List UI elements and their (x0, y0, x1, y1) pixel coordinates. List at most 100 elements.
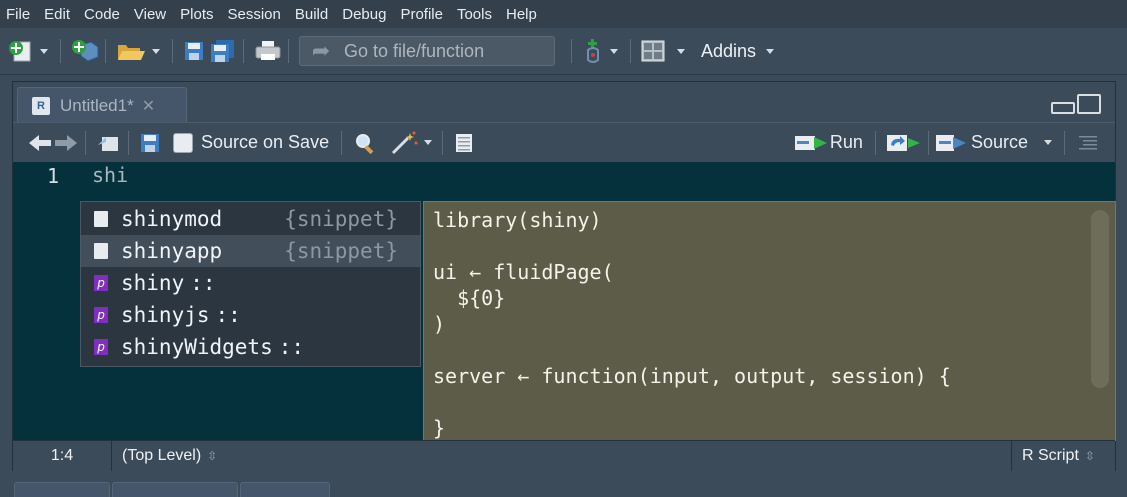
menu-plots[interactable]: Plots (173, 6, 220, 23)
package-icon: p (94, 307, 108, 323)
editor-toolbar: Source on Save Run Source (13, 122, 1115, 162)
menu-view[interactable]: View (127, 6, 173, 23)
up-down-icon: ⇳ (1084, 449, 1095, 463)
chevron-down-icon[interactable] (1044, 140, 1052, 145)
addins-label: Addins (701, 40, 757, 61)
save-all-icon (211, 40, 234, 62)
completion-item-selected[interactable]: shinyapp {snippet} (81, 235, 420, 267)
preview-scrollbar[interactable] (1091, 210, 1109, 388)
completion-type: :: (190, 271, 216, 295)
menu-help[interactable]: Help (499, 6, 544, 23)
scope-label: (Top Level) (122, 447, 202, 464)
window-controls (1051, 94, 1101, 114)
save-button[interactable] (183, 35, 205, 67)
chevron-down-icon (766, 48, 775, 54)
preview-line: ) (433, 312, 446, 336)
tab-label: Untitled1* (60, 95, 134, 115)
go-to-placeholder: Go to file/function (344, 40, 485, 61)
show-in-window-icon[interactable] (96, 133, 122, 153)
code-line[interactable]: shi (92, 163, 128, 187)
package-icon: p (94, 275, 108, 291)
snippet-icon (94, 211, 108, 227)
minimize-pane-button[interactable] (1051, 102, 1075, 114)
menu-build[interactable]: Build (288, 6, 335, 23)
print-button[interactable] (254, 35, 282, 67)
grid-layout-icon (641, 40, 665, 62)
chevron-down-icon[interactable] (424, 140, 433, 145)
bottom-pane-tab[interactable] (112, 482, 238, 497)
magic-wand-icon[interactable] (390, 131, 420, 155)
preview-line: ${0} (433, 286, 506, 310)
toolbar-divider (927, 130, 929, 155)
folder-open-icon (118, 45, 145, 60)
save-icon (185, 42, 203, 60)
chevron-down-icon[interactable] (40, 48, 48, 54)
chevron-down-icon[interactable] (152, 48, 160, 54)
completion-item[interactable]: shinymod {snippet} (81, 203, 420, 235)
main-toolbar: ➦ Go to file/function Addins (0, 28, 1127, 75)
search-icon[interactable] (354, 132, 378, 154)
menu-session[interactable]: Session (221, 6, 288, 23)
snippet-icon (94, 243, 108, 259)
completion-name: shinyjs (121, 303, 210, 327)
source-on-save-label: Source on Save (201, 132, 330, 152)
run-arrow-icon (794, 135, 827, 150)
toolbar-divider (1064, 130, 1065, 155)
up-down-icon: ⇳ (207, 449, 218, 463)
open-file-button[interactable] (116, 35, 166, 67)
bottom-pane-tab[interactable] (240, 482, 330, 497)
menu-code[interactable]: Code (77, 6, 127, 23)
go-to-file-input[interactable]: ➦ Go to file/function (299, 36, 555, 66)
toolbar-divider (105, 39, 106, 63)
chevron-down-icon[interactable] (677, 48, 685, 54)
addins-menu-button[interactable]: Addins (701, 41, 780, 62)
vcs-icon (587, 39, 599, 63)
source-button[interactable]: Source (935, 132, 1028, 153)
source-on-save-checkbox[interactable] (173, 132, 193, 153)
scope-selector[interactable]: (Top Level) ⇳ (122, 447, 217, 465)
maximize-pane-button[interactable] (1077, 94, 1101, 114)
save-all-button[interactable] (209, 35, 237, 67)
chevron-down-icon[interactable] (610, 48, 618, 54)
completion-name: shinymod (121, 207, 223, 231)
editor-status-bar: 1:4 (Top Level) ⇳ R Script ⇳ (13, 440, 1115, 471)
toolbar-divider (442, 130, 444, 155)
new-project-button[interactable] (71, 35, 99, 67)
bottom-pane-tab[interactable] (14, 482, 110, 497)
pane-layout-button[interactable] (641, 35, 691, 67)
menu-bar: File Edit Code View Plots Session Build … (0, 0, 1127, 28)
menu-tools[interactable]: Tools (450, 6, 499, 23)
completion-item[interactable]: p shiny :: (81, 267, 420, 299)
completion-item[interactable]: p shinyjs :: (81, 299, 420, 331)
toolbar-divider (571, 39, 572, 63)
snippet-preview: library(shiny) ui ← fluidPage( ${0} ) se… (423, 201, 1116, 441)
menu-profile[interactable]: Profile (393, 6, 450, 23)
new-file-button[interactable] (8, 35, 54, 67)
compile-report-icon[interactable] (453, 132, 475, 154)
new-project-icon (72, 40, 99, 62)
completion-type: :: (278, 335, 305, 359)
r-file-icon: R (32, 96, 50, 115)
preview-line: server ← function(input, output, session… (433, 364, 951, 388)
preview-line: library(shiny) (433, 208, 602, 232)
file-type-selector[interactable]: R Script ⇳ (1011, 441, 1115, 471)
menu-edit[interactable]: Edit (37, 6, 77, 23)
bottom-pane (12, 480, 1114, 497)
completion-name: shiny (121, 271, 185, 295)
outline-icon[interactable] (1077, 133, 1099, 153)
completion-item[interactable]: p shinyWidgets :: (81, 331, 420, 363)
forward-arrow-icon[interactable] (53, 133, 79, 153)
close-icon[interactable]: ✕ (142, 96, 155, 116)
go-to-arrow-icon: ➦ (311, 38, 331, 63)
rerun-icon[interactable] (886, 133, 922, 153)
new-file-icon (9, 41, 31, 62)
back-arrow-icon[interactable] (27, 133, 53, 153)
save-icon[interactable] (139, 132, 161, 154)
preview-line: } (433, 416, 446, 440)
menu-debug[interactable]: Debug (335, 6, 393, 23)
run-button[interactable]: Run (794, 132, 863, 153)
tab-untitled1[interactable]: R Untitled1* ✕ (17, 87, 187, 123)
file-type-label: R Script (1022, 447, 1079, 464)
menu-file[interactable]: File (0, 6, 37, 23)
version-control-button[interactable] (582, 35, 624, 67)
